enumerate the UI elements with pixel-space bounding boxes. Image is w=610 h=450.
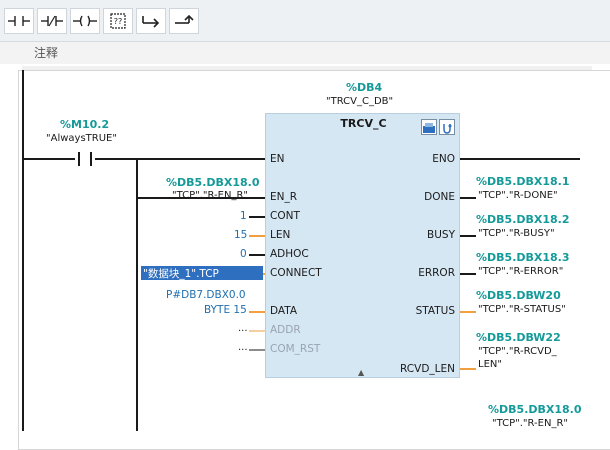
connect-operand-selected[interactable]: "数据块_1".TCP — [141, 266, 263, 280]
len-value[interactable]: 15 — [234, 229, 247, 241]
contact-address[interactable]: %M10.2 — [60, 118, 109, 131]
error-address[interactable]: %DB5.DBX18.3 — [476, 251, 570, 264]
empty-box-icon: ?? — [110, 13, 126, 29]
status-address[interactable]: %DB5.DBW20 — [476, 289, 561, 302]
busy-address[interactable]: %DB5.DBX18.2 — [476, 213, 570, 226]
pin-len: LEN — [270, 229, 291, 241]
rung-wire-left — [24, 158, 75, 160]
close-branch-button[interactable] — [169, 8, 199, 34]
pin-connect: CONNECT — [270, 267, 322, 279]
pin-adhoc: ADHOC — [270, 248, 309, 260]
contact-element[interactable] — [75, 150, 95, 168]
wire-addr — [249, 330, 265, 332]
rcvd-len-symbol-cont: LEN" — [478, 359, 502, 370]
wire-adhoc — [249, 254, 265, 256]
pin-done: DONE — [424, 191, 455, 203]
eno-wire — [460, 158, 580, 160]
com-rst-value[interactable]: ... — [238, 342, 248, 353]
busy-symbol: "TCP"."R-BUSY" — [478, 228, 555, 239]
pin-addr: ADDR — [270, 324, 301, 336]
status-symbol: "TCP"."R-STATUS" — [478, 304, 566, 315]
done-address[interactable]: %DB5.DBX18.1 — [476, 175, 570, 188]
next-network-symbol: "TCP"."R-EN_R" — [492, 418, 569, 429]
pin-data: DATA — [270, 305, 298, 317]
wire-cont — [249, 216, 265, 218]
data-value[interactable]: BYTE 15 — [204, 304, 247, 316]
no-contact-button[interactable] — [4, 8, 34, 34]
comment-label: 注释 — [34, 46, 59, 60]
contact-no-icon — [78, 152, 92, 166]
wire-rcvd-len — [460, 368, 476, 370]
left-power-rail — [22, 70, 24, 431]
wire-error — [460, 273, 476, 275]
contact-nc-icon — [41, 15, 63, 27]
open-branch-icon — [142, 16, 160, 28]
pin-rcvd-len: RCVD_LEN — [400, 363, 455, 375]
pin-eno: ENO — [432, 153, 455, 165]
en-r-address[interactable]: %DB5.DBX18.0 — [166, 176, 260, 189]
data-address[interactable]: P#DB7.DBX0.0 — [166, 289, 246, 301]
next-network-address[interactable]: %DB5.DBX18.0 — [488, 403, 582, 416]
block-help-icon[interactable] — [439, 119, 455, 135]
pin-com-rst: COM_RST — [270, 343, 321, 355]
instance-db-symbol: "TRCV_C_DB" — [326, 96, 394, 107]
wire-data — [249, 311, 265, 313]
nc-contact-button[interactable] — [37, 8, 67, 34]
pin-busy: BUSY — [427, 229, 455, 241]
pin-cont: CONT — [270, 210, 300, 222]
collapse-arrow-icon[interactable]: ▲ — [358, 368, 364, 377]
ladder-toolbar: ?? — [0, 0, 610, 42]
connect-value: "数据块_1".TCP — [143, 268, 219, 280]
network-comment-row[interactable]: 注释 — [0, 42, 610, 64]
rung-wire-en — [95, 158, 265, 160]
contact-symbol: "AlwaysTRUE" — [46, 133, 117, 144]
wire-status — [460, 311, 476, 313]
done-symbol: "TCP"."R-DONE" — [478, 190, 558, 201]
en-r-symbol: "TCP"."R-EN_R" — [172, 190, 249, 201]
rcvd-len-symbol: "TCP"."R-RCVD_ — [478, 346, 557, 357]
trcv-c-block[interactable]: TRCV_C EN EN_R CONT LEN ADHOC CONNECT DA… — [265, 113, 460, 378]
coil-button[interactable] — [70, 8, 100, 34]
empty-box-button[interactable]: ?? — [103, 8, 133, 34]
error-symbol: "TCP"."R-ERROR" — [478, 266, 564, 277]
addr-value[interactable]: ... — [238, 323, 248, 334]
instance-db-address[interactable]: %DB4 — [346, 81, 382, 94]
adhoc-value[interactable]: 0 — [240, 248, 247, 260]
pin-error: ERROR — [418, 267, 455, 279]
close-branch-icon — [175, 14, 194, 24]
open-branch-button[interactable] — [136, 8, 166, 34]
svg-text:??: ?? — [114, 17, 123, 26]
block-db-icon[interactable] — [421, 119, 437, 135]
wire-com-rst — [249, 349, 265, 351]
rcvd-len-address[interactable]: %DB5.DBW22 — [476, 331, 561, 344]
pin-en-r: EN_R — [270, 191, 298, 203]
coil-icon — [73, 15, 97, 27]
pin-en: EN — [270, 153, 285, 165]
wire-len — [249, 235, 265, 237]
wire-done — [460, 197, 476, 199]
wire-busy — [460, 235, 476, 237]
contact-no-icon — [8, 16, 30, 26]
pin-status: STATUS — [415, 305, 455, 317]
cont-value[interactable]: 1 — [240, 210, 247, 222]
